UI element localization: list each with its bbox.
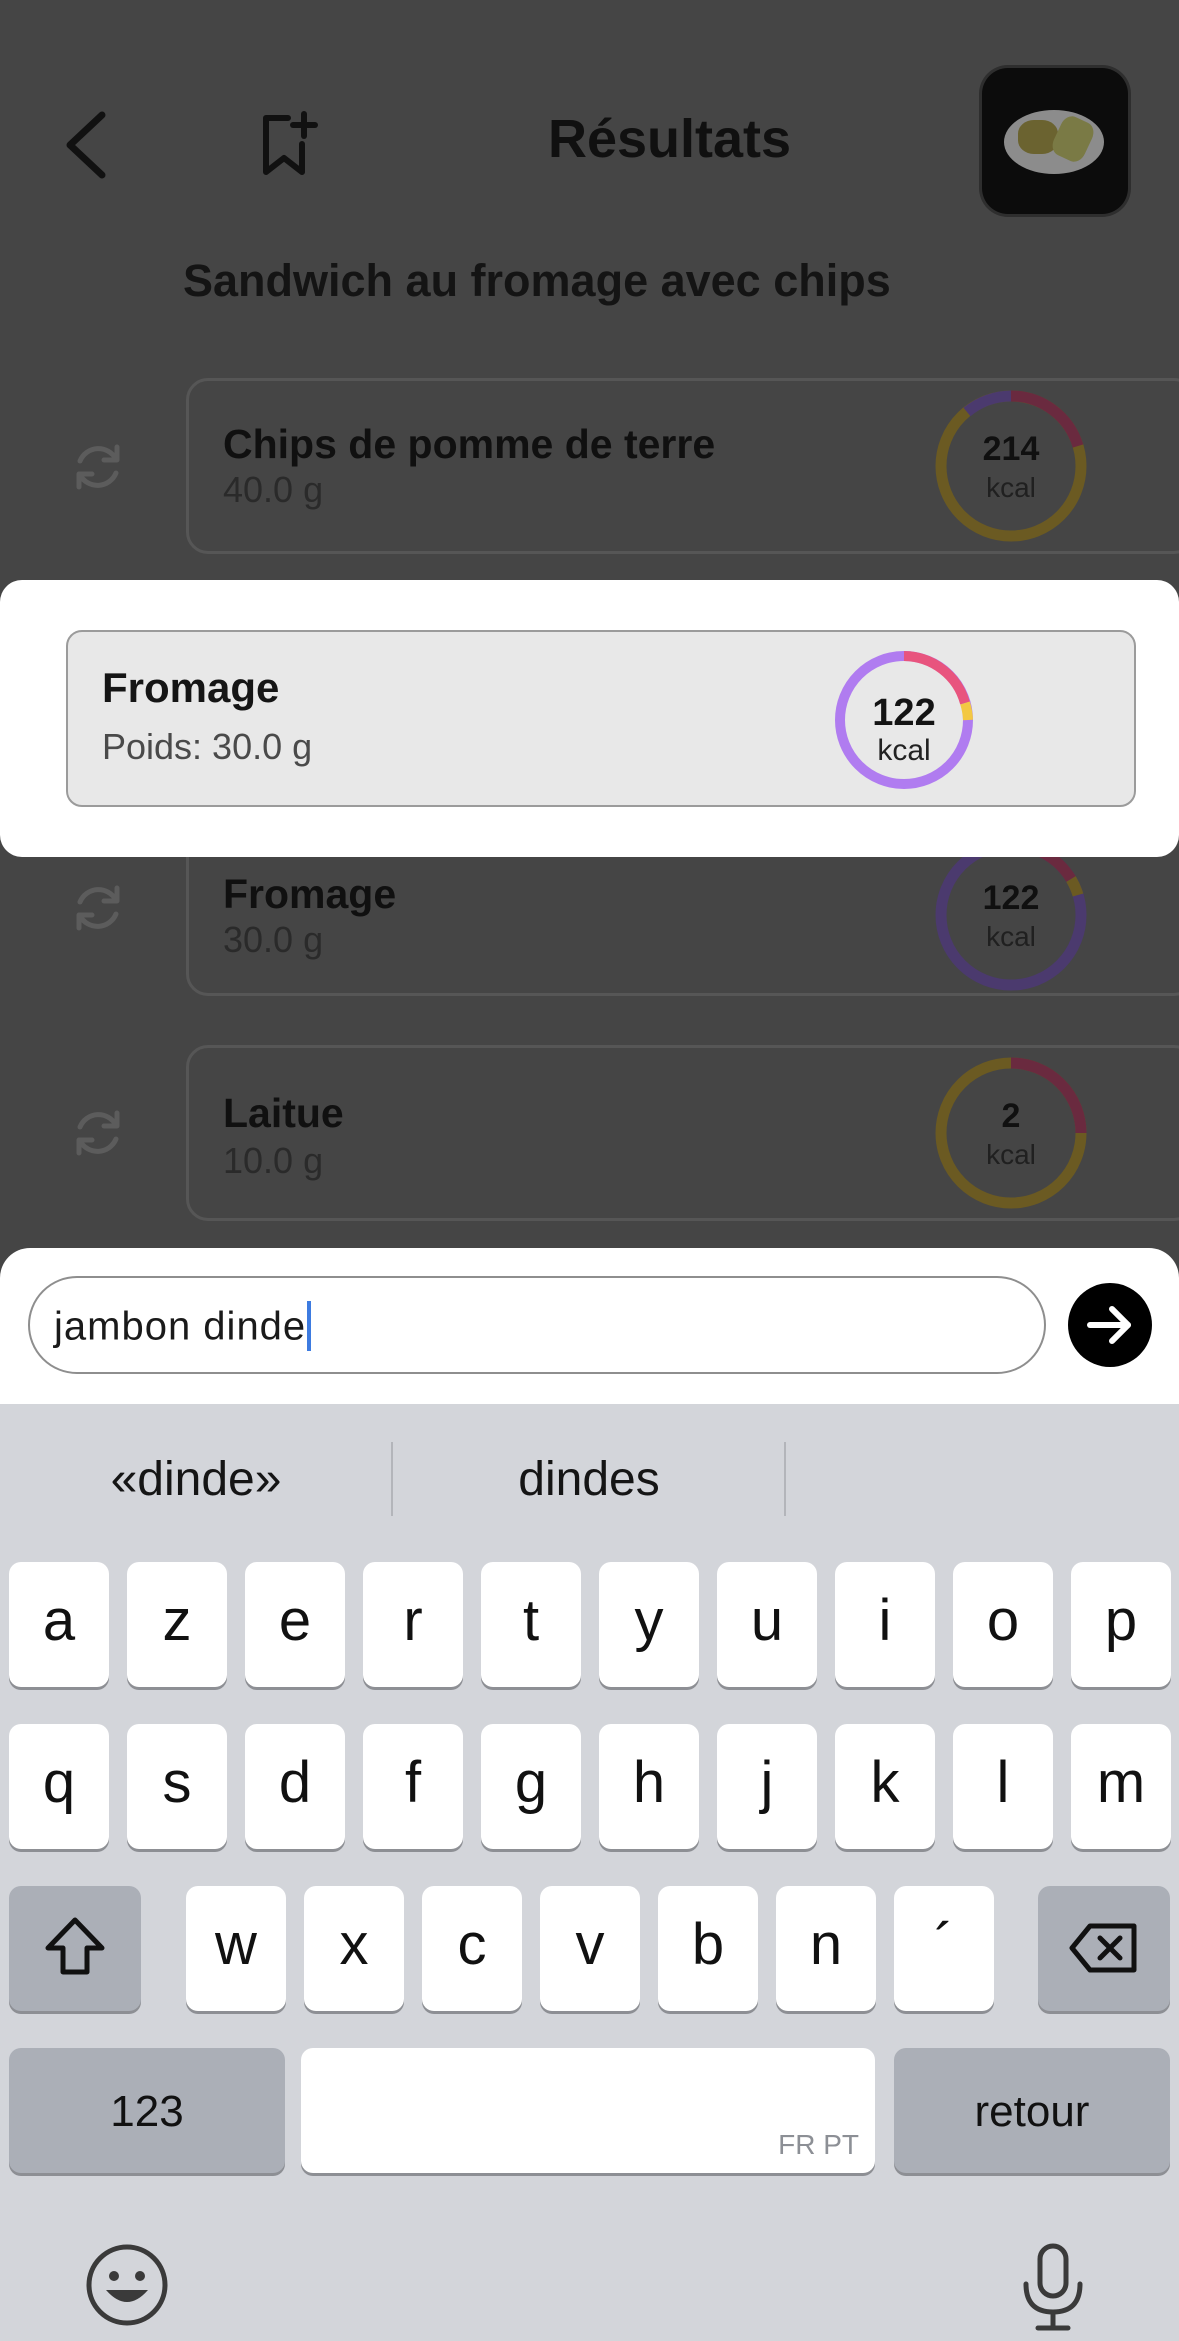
key-x[interactable]: x (304, 1886, 404, 2011)
refresh-icon (76, 885, 120, 931)
refresh-button[interactable] (68, 878, 128, 938)
key-w[interactable]: w (186, 1886, 286, 2011)
key-o[interactable]: o (953, 1562, 1053, 1687)
key-v[interactable]: v (540, 1886, 640, 2011)
return-key-label: retour (974, 2087, 1090, 2136)
food-weight: 40.0 g (223, 469, 324, 510)
meal-photo-thumbnail[interactable] (982, 68, 1128, 214)
shift-key[interactable] (9, 1886, 141, 2011)
calorie-unit: kcal (986, 921, 1036, 952)
key-u[interactable]: u (717, 1562, 817, 1687)
key-g[interactable]: g (481, 1724, 581, 1849)
food-search-input[interactable]: jambon dinde (28, 1276, 1046, 1374)
selected-food-weight: Poids: 30.0 g (102, 726, 313, 767)
microphone-button[interactable] (1018, 2242, 1088, 2339)
key-s[interactable]: s (127, 1724, 227, 1849)
key-n[interactable]: n (776, 1886, 876, 2011)
suggestion-divider (784, 1442, 786, 1516)
key-c[interactable]: c (422, 1886, 522, 2011)
key-a[interactable]: a (9, 1562, 109, 1687)
key-i[interactable]: i (835, 1562, 935, 1687)
key-q[interactable]: q (9, 1724, 109, 1849)
food-item-card[interactable]: Laitue 10.0 g 2 kcal (186, 1045, 1179, 1221)
text-caret (307, 1301, 312, 1351)
calorie-value: 214 (982, 430, 1040, 468)
key-e[interactable]: e (245, 1562, 345, 1687)
refresh-button[interactable] (68, 437, 128, 497)
food-item-card[interactable]: Chips de pomme de terre 40.0 g 214 kcal (186, 378, 1179, 554)
suggestion-item[interactable]: dindes (393, 1452, 785, 1507)
selected-food-card[interactable]: Fromage Poids: 30.0 g 122 kcal (66, 630, 1136, 807)
key-b[interactable]: b (658, 1886, 758, 2011)
numbers-key[interactable]: 123 (9, 2048, 285, 2173)
shift-icon (45, 1917, 105, 1975)
space-key[interactable]: FR PT (301, 2048, 875, 2173)
key-f[interactable]: f (363, 1724, 463, 1849)
send-button[interactable] (1068, 1283, 1152, 1367)
return-key[interactable]: retour (894, 2048, 1170, 2173)
key-k[interactable]: k (835, 1724, 935, 1849)
suggestion-bar: «dinde» dindes (0, 1404, 1179, 1554)
food-weight: 30.0 g (223, 919, 324, 960)
calorie-unit: kcal (986, 1139, 1036, 1170)
key-y[interactable]: y (599, 1562, 699, 1687)
calorie-ring: 122 kcal (832, 648, 976, 792)
key-m[interactable]: m (1071, 1724, 1171, 1849)
key-d[interactable]: d (245, 1724, 345, 1849)
numbers-key-label: 123 (110, 2087, 184, 2136)
search-bar: jambon dinde (0, 1248, 1179, 1405)
key-h[interactable]: h (599, 1724, 699, 1849)
calorie-value: 2 (1001, 1097, 1021, 1135)
food-name: Chips de pomme de terre (223, 421, 716, 467)
key-l[interactable]: l (953, 1724, 1053, 1849)
search-input-value: jambon dinde (54, 1304, 307, 1349)
refresh-icon (76, 444, 120, 490)
calorie-ring: 214 kcal (931, 386, 1091, 546)
key-r[interactable]: r (363, 1562, 463, 1687)
language-hint: FR PT (778, 2129, 859, 2160)
food-name: Fromage (223, 871, 397, 917)
emoji-icon (86, 2244, 168, 2326)
calorie-unit: kcal (877, 734, 931, 767)
key-acute-accent[interactable]: ´ (894, 1886, 994, 2011)
selected-food-modal: Fromage Poids: 30.0 g 122 kcal (0, 580, 1179, 857)
key-t[interactable]: t (481, 1562, 581, 1687)
calorie-ring: 122 kcal (931, 835, 1091, 995)
arrow-right-icon (1087, 1306, 1131, 1344)
backspace-key[interactable] (1038, 1886, 1170, 2011)
food-weight: 10.0 g (223, 1140, 324, 1181)
calorie-value: 122 (982, 879, 1040, 917)
refresh-button[interactable] (68, 1103, 128, 1163)
microphone-icon (1023, 2243, 1083, 2331)
backspace-icon (1069, 1923, 1137, 1973)
keyboard: «dinde» dindes a z e r t y u i o p q s d… (0, 1404, 1179, 2341)
key-z[interactable]: z (127, 1562, 227, 1687)
calorie-value: 122 (872, 692, 936, 734)
refresh-icon (76, 1110, 120, 1156)
calorie-unit: kcal (986, 472, 1036, 503)
suggestion-item[interactable]: «dinde» (0, 1452, 392, 1507)
meal-name: Sandwich au fromage avec chips (183, 255, 891, 306)
key-p[interactable]: p (1071, 1562, 1171, 1687)
selected-food-name: Fromage (102, 664, 280, 711)
food-name: Laitue (223, 1090, 344, 1136)
key-j[interactable]: j (717, 1724, 817, 1849)
emoji-button[interactable] (84, 2242, 170, 2333)
calorie-ring: 2 kcal (931, 1053, 1091, 1213)
